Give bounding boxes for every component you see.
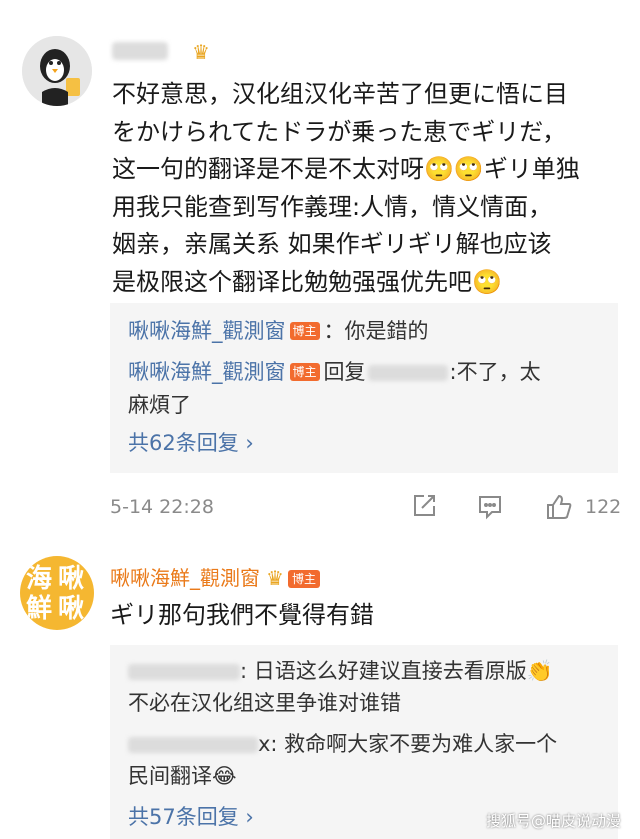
reply-preview-box[interactable]: 啾啾海鮮_觀測窗 博主 ：你是錯的 啾啾海鮮_觀測窗 博主 回复:不了，太 麻煩了 共6… — [110, 303, 618, 473]
username-text[interactable]: 啾啾海鮮_觀測窗 — [110, 566, 260, 590]
author-badge: 博主 — [289, 363, 320, 381]
reply-text: ：你是錯的 — [323, 319, 429, 343]
author-badge: 博主 — [287, 570, 320, 588]
comment-line: をかけられてたドラが乗った恵でギリだ， — [112, 117, 567, 146]
comment-line: 是极限这个翻译比勉勉强强优先吧🙄 — [112, 267, 502, 296]
timestamp: 5-14 22:28 — [110, 496, 214, 518]
username-redacted[interactable] — [112, 40, 172, 62]
comment-text: ギリ那句我們不覺得有錯 — [110, 601, 374, 629]
redacted-mention — [367, 365, 448, 381]
reply-item: 啾啾海鮮_觀測窗 博主 回复 :不了，太 — [128, 356, 541, 389]
reply-text: : 日语这么好建议直接去看原版👏 — [240, 659, 553, 683]
comment-line: 不好意思，汉化组汉化辛苦了但更に悟に目 — [112, 80, 568, 108]
reply-text-continued: 麻煩了 — [128, 393, 191, 417]
redacted-username[interactable] — [128, 664, 240, 680]
author-badge: 博主 — [289, 322, 320, 340]
comment-text: 不好意思，汉化组汉化辛苦了但更に悟に目 をかけられてたドラが乗った恵でギリだ， … — [112, 76, 612, 301]
comment-line: 姻亲，亲属关系 如果作ギリギリ解也应该 — [112, 230, 552, 258]
reply-text: :不了，太 — [449, 360, 541, 384]
reply-prefix: 回复 — [323, 360, 366, 384]
reply-username[interactable]: 啾啾海鮮_觀測窗 — [128, 319, 286, 343]
comment-line: 用我只能查到写作義理:人情，情义情面， — [112, 192, 553, 221]
like-count: 122 — [585, 496, 622, 518]
view-more-replies[interactable]: 共62条回复 › — [128, 427, 254, 457]
view-more-replies[interactable]: 共57条回复 › — [128, 801, 254, 831]
crown-icon: ♛ — [266, 566, 284, 590]
user-avatar[interactable]: 海啾 鮮啾 — [20, 556, 94, 630]
reply-text-continued: 民间翻译😂 — [128, 764, 237, 788]
reply-item: x: 救命啊大家不要为难人家一个 — [128, 728, 557, 761]
like-icon[interactable] — [544, 492, 574, 522]
watermark: 搜狐号@喵皮说动漫 — [486, 812, 622, 830]
reply-text-continued: 不必在汉化组这里争谁对谁错 — [128, 691, 401, 715]
crown-icon: ♛ — [192, 40, 210, 64]
share-icon[interactable] — [410, 492, 438, 520]
comment-line: 这一句的翻译是不是不太对呀🙄🙄ギリ单独 — [112, 155, 580, 183]
reply-text: x: 救命啊大家不要为难人家一个 — [258, 732, 558, 756]
reply-item: : 日语这么好建议直接去看原版👏 — [128, 655, 553, 688]
reply-username[interactable]: 啾啾海鮮_觀測窗 — [128, 360, 286, 384]
comment-icon[interactable] — [476, 492, 504, 520]
redacted-username[interactable] — [128, 737, 258, 753]
reply-item: 啾啾海鮮_觀測窗 博主 ：你是錯的 — [128, 315, 429, 348]
username[interactable]: 啾啾海鮮_觀測窗 ♛ 博主 — [110, 562, 320, 591]
user-avatar[interactable] — [22, 36, 92, 106]
